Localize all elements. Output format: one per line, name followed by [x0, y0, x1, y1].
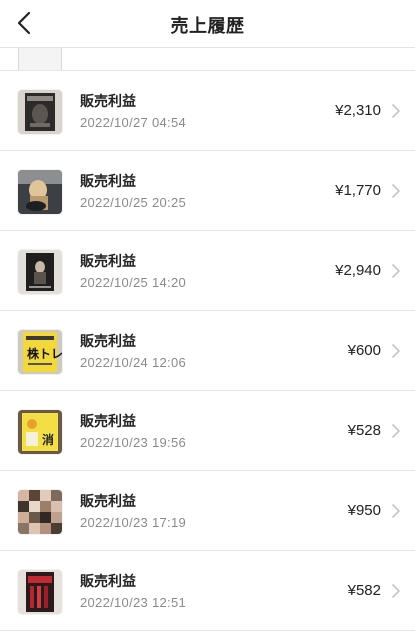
chevron-right-icon [392, 424, 400, 438]
cover-text: 消 [42, 432, 54, 447]
item-amount: ¥528 [347, 422, 381, 439]
item-label: 販売利益 [80, 334, 136, 350]
item-amount: ¥582 [347, 582, 381, 599]
item-date: 2022/10/25 14:20 [80, 275, 187, 290]
cover-text: 株トレ [27, 346, 62, 361]
chevron-right-icon [392, 344, 400, 358]
item-thumbnail [18, 250, 62, 294]
item-thumbnail [18, 570, 62, 614]
chevron-right-icon [392, 264, 400, 278]
chevron-right-icon [392, 184, 400, 198]
item-amount: ¥1,770 [335, 182, 381, 199]
list-item[interactable]: 販売利益 2022/10/23 17:19 ¥950 [0, 471, 415, 551]
list-item[interactable]: 販売利益 2022/10/25 14:20 ¥2,940 [0, 231, 415, 311]
item-thumbnail [18, 170, 62, 214]
item-thumbnail [18, 90, 62, 134]
chevron-right-icon [392, 104, 400, 118]
item-amount: ¥600 [347, 342, 381, 359]
item-date: 2022/10/27 04:54 [80, 115, 187, 130]
item-thumbnail: 株トレ [18, 330, 62, 374]
item-thumbnail: 消 [18, 410, 62, 454]
chevron-right-icon [392, 504, 400, 518]
item-label: 販売利益 [80, 254, 136, 270]
list-item[interactable]: 消 販売利益 2022/10/23 19:56 ¥528 [0, 391, 415, 471]
item-label: 販売利益 [80, 94, 136, 110]
item-amount: ¥2,310 [335, 102, 381, 119]
item-thumbnail [18, 48, 62, 70]
item-date: 2022/10/23 17:19 [80, 515, 187, 530]
item-amount: ¥950 [347, 502, 381, 519]
item-thumbnail [18, 490, 62, 534]
page-title: 売上履歴 [170, 16, 245, 37]
sales-history-list: 販売利益 2022/10/27 04:54 ¥2,310 販売利益 2022/1… [0, 48, 415, 631]
list-item[interactable]: 販売利益 2022/10/27 04:54 ¥2,310 [0, 71, 415, 151]
item-label: 販売利益 [80, 574, 136, 590]
list-item[interactable]: 販売利益 2022/10/23 12:51 ¥582 [0, 551, 415, 631]
item-date: 2022/10/25 20:25 [80, 195, 187, 210]
list-item[interactable]: 販売利益 2022/10/25 20:25 ¥1,770 [0, 151, 415, 231]
item-date: 2022/10/24 12:06 [80, 355, 187, 370]
app-header: 売上履歴 [0, 0, 415, 48]
chevron-right-icon [392, 584, 400, 598]
item-amount: ¥2,940 [335, 262, 381, 279]
item-label: 販売利益 [80, 174, 136, 190]
list-item[interactable]: 株トレ 販売利益 2022/10/24 12:06 ¥600 [0, 311, 415, 391]
item-date: 2022/10/23 12:51 [80, 595, 187, 610]
item-date: 2022/10/23 19:56 [80, 435, 187, 450]
item-label: 販売利益 [80, 494, 136, 510]
list-item-partial[interactable] [0, 48, 415, 71]
item-label: 販売利益 [80, 414, 136, 430]
